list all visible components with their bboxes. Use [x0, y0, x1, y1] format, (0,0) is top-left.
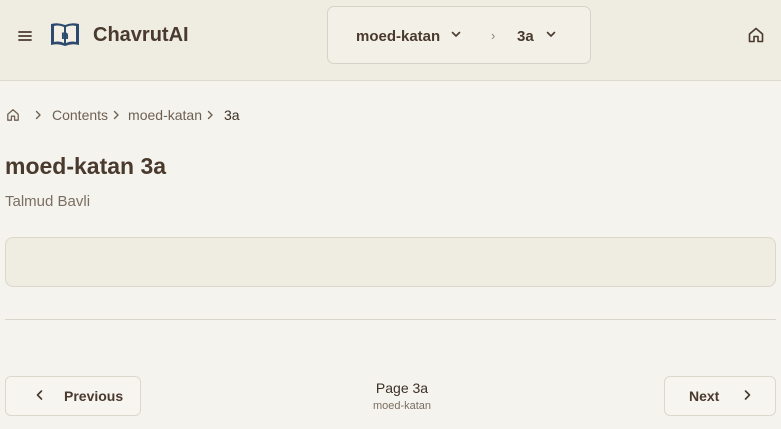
- home-icon[interactable]: [746, 25, 766, 45]
- page-subtitle: Talmud Bavli: [5, 193, 91, 210]
- tractate-select[interactable]: moed-katan: [356, 26, 462, 46]
- chevron-right-icon: [204, 108, 216, 122]
- chevron-right-icon: [741, 388, 753, 404]
- tractate-select-value: moed-katan: [356, 27, 441, 45]
- chevron-right-icon: [110, 108, 122, 122]
- next-button[interactable]: Next: [664, 376, 776, 416]
- book-logo-icon[interactable]: ח: [49, 21, 81, 49]
- page-select-value: 3a: [517, 27, 534, 45]
- top-bar: ח ChavrutAI moed-katan › 3a: [0, 0, 781, 81]
- breadcrumb-home-icon[interactable]: [5, 107, 22, 124]
- page-indicator: Page 3a moed-katan: [302, 380, 502, 412]
- menu-icon[interactable]: [15, 26, 35, 46]
- previous-button[interactable]: Previous: [5, 376, 141, 416]
- page-select[interactable]: 3a: [517, 26, 557, 46]
- page-title: moed-katan 3a: [5, 153, 167, 179]
- chevron-left-icon: [34, 388, 46, 404]
- divider: [5, 319, 776, 320]
- brand-name[interactable]: ChavrutAI: [93, 24, 189, 47]
- text-selector: moed-katan › 3a: [327, 6, 591, 64]
- chevron-down-icon: [450, 27, 462, 45]
- logo-letter: ח: [61, 28, 69, 42]
- next-label: Next: [689, 388, 720, 404]
- previous-label: Previous: [64, 388, 124, 404]
- content-panel: [5, 237, 776, 287]
- breadcrumb-tractate[interactable]: moed-katan: [128, 107, 202, 123]
- chevron-right-icon: [32, 108, 44, 122]
- breadcrumb-current: 3a: [223, 107, 240, 123]
- page-sublabel: moed-katan: [372, 400, 432, 412]
- breadcrumb: Contents moed-katan 3a: [5, 106, 240, 124]
- chevron-down-icon: [545, 27, 557, 45]
- breadcrumb-contents[interactable]: Contents: [52, 107, 108, 123]
- selector-separator: ›: [491, 28, 496, 43]
- page-label: Page 3a: [375, 380, 429, 396]
